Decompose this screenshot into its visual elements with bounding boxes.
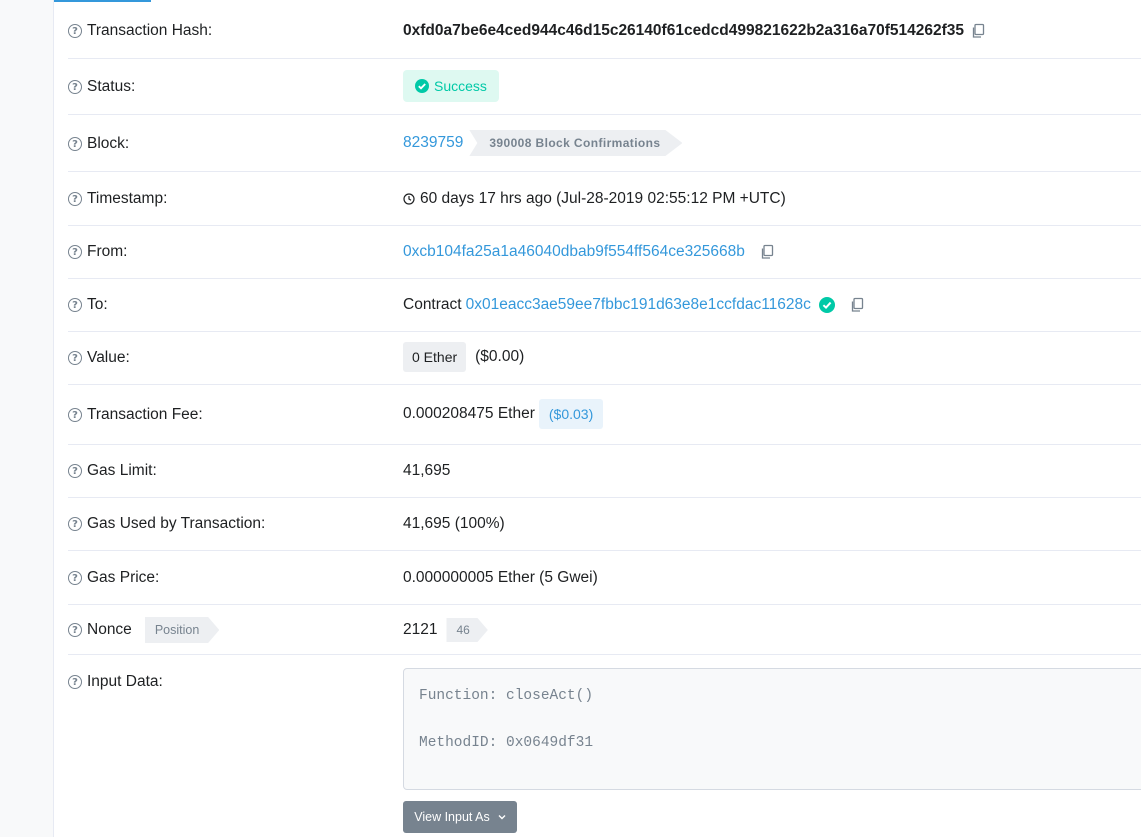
transaction-details-panel: ? Transaction Hash: 0xfd0a7be6e4ced944c4… <box>53 0 1141 837</box>
value-ether-badge: 0 Ether <box>403 342 467 372</box>
gas-price-value: 0.000000005 Ether (5 Gwei) <box>403 569 598 586</box>
view-input-as-button[interactable]: View Input As <box>403 801 517 833</box>
view-input-as-label: View Input As <box>414 810 490 824</box>
row-transaction-hash: ? Transaction Hash: 0xfd0a7be6e4ced944c4… <box>68 0 1141 59</box>
nonce-value: 2121 <box>403 621 438 638</box>
clock-icon <box>403 193 415 205</box>
help-icon[interactable]: ? <box>68 571 82 585</box>
copy-icon[interactable] <box>759 244 775 260</box>
label-gas-used: Gas Used by Transaction: <box>87 515 266 532</box>
help-icon[interactable]: ? <box>68 464 82 478</box>
row-value: ? Value: 0 Ether ($0.00) <box>68 331 1141 385</box>
label-value: Value: <box>87 349 130 366</box>
row-gas-price: ? Gas Price: 0.000000005 Ether (5 Gwei) <box>68 550 1141 605</box>
label-block: Block: <box>87 135 130 152</box>
row-block: ? Block: 8239759 390008 Block Confirmati… <box>68 114 1141 172</box>
help-icon[interactable]: ? <box>68 80 82 94</box>
row-timestamp: ? Timestamp: 60 days 17 hrs ago (Jul-28-… <box>68 171 1141 226</box>
position-tag: Position <box>144 617 220 643</box>
input-method-id-line: MethodID: 0x0649df31 <box>419 735 594 751</box>
label-transaction-fee: Transaction Fee: <box>87 406 203 423</box>
label-input-data: Input Data: <box>87 673 163 690</box>
label-transaction-hash: Transaction Hash: <box>87 22 213 39</box>
help-icon[interactable]: ? <box>68 675 82 689</box>
to-contract-prefix: Contract <box>403 296 462 313</box>
copy-icon[interactable] <box>849 297 865 313</box>
row-gas-limit: ? Gas Limit: 41,695 <box>68 444 1141 498</box>
row-input-data: ? Input Data: Function: closeAct() Metho… <box>68 654 1141 837</box>
value-usd: ($0.00) <box>475 348 525 365</box>
row-from: ? From: 0xcb104fa25a1a46040dbab9f554ff56… <box>68 225 1141 279</box>
fee-amount: 0.000208475 Ether <box>403 405 535 422</box>
position-value-badge: 46 <box>446 618 488 642</box>
help-icon[interactable]: ? <box>68 192 82 206</box>
block-confirmations-badge: 390008 Block Confirmations <box>469 130 683 156</box>
transaction-hash-value: 0xfd0a7be6e4ced944c46d15c26140f61cedcd49… <box>403 22 965 39</box>
label-nonce: Nonce <box>87 621 132 638</box>
label-status: Status: <box>87 78 136 95</box>
row-to: ? To: Contract 0x01eacc3ae59ee7fbbc191d6… <box>68 278 1141 332</box>
verified-check-icon <box>818 297 835 313</box>
help-icon[interactable]: ? <box>68 351 82 365</box>
label-from: From: <box>87 243 128 260</box>
status-text: Success <box>434 78 487 94</box>
input-data-textarea[interactable]: Function: closeAct() MethodID: 0x0649df3… <box>403 668 1141 790</box>
help-icon[interactable]: ? <box>68 137 82 151</box>
block-number-link[interactable]: 8239759 <box>403 134 463 152</box>
check-circle-icon <box>415 79 429 93</box>
help-icon[interactable]: ? <box>68 24 82 38</box>
row-gas-used: ? Gas Used by Transaction: 41,695 (100%) <box>68 497 1141 551</box>
fee-usd-badge: ($0.03) <box>538 399 604 429</box>
copy-icon[interactable] <box>970 23 986 39</box>
row-nonce: ? Nonce Position 2121 46 <box>68 604 1141 655</box>
label-to: To: <box>87 296 108 313</box>
row-transaction-fee: ? Transaction Fee: 0.000208475 Ether ($0… <box>68 384 1141 445</box>
gas-limit-value: 41,695 <box>403 462 451 479</box>
help-icon[interactable]: ? <box>68 517 82 531</box>
input-function-line: Function: closeAct() <box>419 688 594 704</box>
from-address-link[interactable]: 0xcb104fa25a1a46040dbab9f554ff564ce32566… <box>403 243 745 261</box>
label-timestamp: Timestamp: <box>87 190 168 207</box>
row-status: ? Status: Success <box>68 58 1141 115</box>
timestamp-value: 60 days 17 hrs ago (Jul-28-2019 02:55:12… <box>420 190 786 207</box>
to-address-link[interactable]: 0x01eacc3ae59ee7fbbc191d63e8e1ccfdac1162… <box>466 296 811 314</box>
label-gas-limit: Gas Limit: <box>87 462 157 479</box>
help-icon[interactable]: ? <box>68 245 82 259</box>
help-icon[interactable]: ? <box>68 408 82 422</box>
help-icon[interactable]: ? <box>68 298 82 312</box>
help-icon[interactable]: ? <box>68 623 82 637</box>
chevron-down-icon <box>498 814 506 820</box>
label-gas-price: Gas Price: <box>87 569 160 586</box>
gas-used-value: 41,695 (100%) <box>403 515 505 532</box>
status-badge: Success <box>403 70 499 102</box>
